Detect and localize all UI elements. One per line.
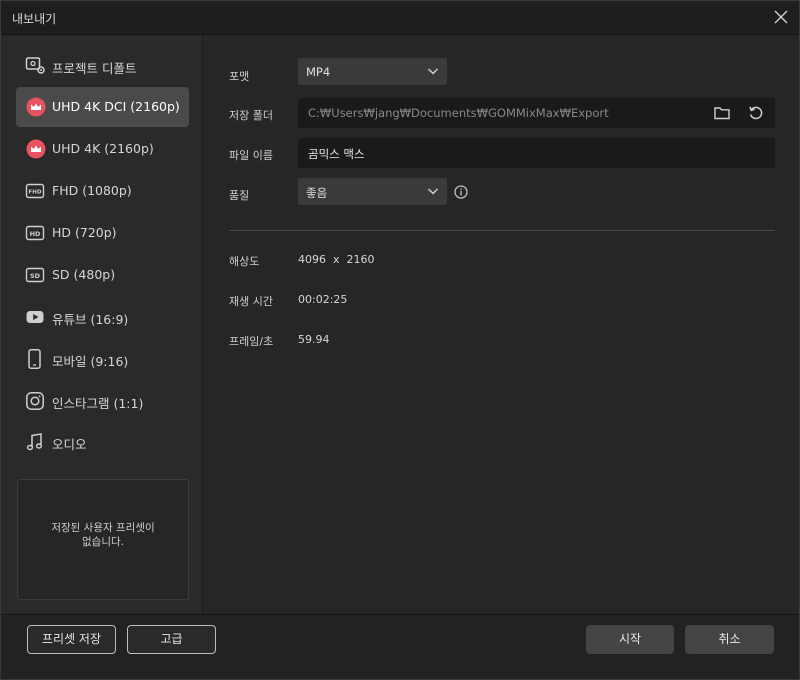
format-label: 포맷: [229, 70, 250, 83]
preset-audio[interactable]: 오디오: [16, 422, 189, 462]
preset-label: HD (720p): [52, 225, 117, 240]
filename-label: 파일 이름: [229, 149, 273, 162]
start-button[interactable]: 시작: [586, 625, 674, 654]
duration-value: 00:02:25: [298, 293, 348, 306]
filename-value: 곰믹스 맥스: [308, 147, 365, 161]
preset-label: 프로젝트 디폴트: [52, 61, 137, 76]
instagram-icon: [26, 392, 44, 410]
preset-label: SD (480p): [52, 267, 116, 282]
preset-label: FHD (1080p): [52, 183, 132, 198]
export-settings: 포맷 MP4 저장 폴더 C:₩Users₩jang₩Documents₩GOM…: [204, 36, 799, 614]
folder-icon[interactable]: [713, 104, 731, 122]
preset-label: 모바일 (9:16): [52, 354, 129, 369]
duration-label: 재생 시간: [229, 295, 273, 308]
preset-label: 유튜브 (16:9): [52, 312, 129, 327]
close-icon[interactable]: [771, 7, 791, 27]
preset-instagram[interactable]: 인스타그램 (1:1): [16, 381, 189, 421]
chevron-down-icon: [427, 188, 439, 195]
cancel-button[interactable]: 취소: [685, 625, 774, 654]
resolution-label: 해상도: [229, 255, 260, 268]
format-select[interactable]: MP4: [298, 58, 447, 85]
fhd-badge-icon: FHD: [25, 183, 45, 199]
export-dialog: 내보내기 프로젝트 디폴트 UHD 4K DCI (2160p) UHD 4K …: [0, 0, 800, 680]
svg-text:FHD: FHD: [28, 190, 42, 196]
reset-icon[interactable]: [747, 104, 765, 122]
mobile-icon: [28, 349, 41, 369]
fps-value: 59.94: [298, 333, 330, 346]
preset-label: UHD 4K DCI (2160p): [52, 99, 180, 114]
preset-label: 인스타그램 (1:1): [52, 396, 144, 411]
folder-path-value: C:₩Users₩jang₩Documents₩GOMMixMax₩Export: [308, 106, 609, 120]
dialog-title: 내보내기: [12, 12, 57, 26]
preset-mobile[interactable]: 모바일 (9:16): [16, 339, 189, 379]
hd-badge-icon: HD: [25, 225, 45, 241]
quality-value: 좋음: [306, 186, 328, 200]
preset-sd[interactable]: SD SD (480p): [16, 255, 189, 295]
project-settings-icon: [25, 57, 45, 74]
preset-fhd[interactable]: FHD FHD (1080p): [16, 171, 189, 211]
svg-text:HD: HD: [30, 230, 41, 238]
music-note-icon: [26, 433, 43, 451]
chevron-down-icon: [427, 68, 439, 75]
title-bar: 내보내기: [1, 1, 799, 35]
advanced-button[interactable]: 고급: [127, 625, 216, 654]
preset-uhd-4k-dci[interactable]: UHD 4K DCI (2160p): [16, 87, 189, 127]
saved-presets-empty-message: 저장된 사용자 프리셋이 없습니다.: [51, 522, 155, 548]
crown-icon: [26, 139, 46, 159]
resolution-value: 4096 x 2160: [298, 253, 375, 266]
info-icon[interactable]: [454, 185, 468, 199]
folder-label: 저장 폴더: [229, 109, 273, 122]
preset-uhd-4k[interactable]: UHD 4K (2160p): [16, 129, 189, 169]
svg-text:SD: SD: [30, 272, 41, 280]
preset-project-default[interactable]: 프로젝트 디폴트: [16, 46, 189, 86]
preset-label: UHD 4K (2160p): [52, 141, 154, 156]
saved-presets-panel: 저장된 사용자 프리셋이 없습니다.: [17, 479, 189, 600]
quality-select[interactable]: 좋음: [298, 178, 447, 205]
format-value: MP4: [306, 65, 331, 79]
preset-hd[interactable]: HD HD (720p): [16, 213, 189, 253]
save-preset-button[interactable]: 프리셋 저장: [27, 625, 116, 654]
divider: [229, 230, 775, 231]
crown-icon: [26, 97, 46, 117]
dialog-footer: 프리셋 저장 고급 시작 취소: [1, 614, 799, 679]
folder-path-field[interactable]: C:₩Users₩jang₩Documents₩GOMMixMax₩Export: [298, 98, 775, 128]
youtube-icon: [26, 311, 44, 323]
filename-input[interactable]: 곰믹스 맥스: [298, 138, 775, 168]
sd-badge-icon: SD: [25, 267, 45, 283]
quality-label: 품질: [229, 189, 250, 202]
preset-sidebar: 프로젝트 디폴트 UHD 4K DCI (2160p) UHD 4K (2160…: [1, 36, 203, 614]
preset-youtube[interactable]: 유튜브 (16:9): [16, 297, 189, 337]
fps-label: 프레임/초: [229, 335, 274, 348]
preset-label: 오디오: [52, 437, 87, 452]
